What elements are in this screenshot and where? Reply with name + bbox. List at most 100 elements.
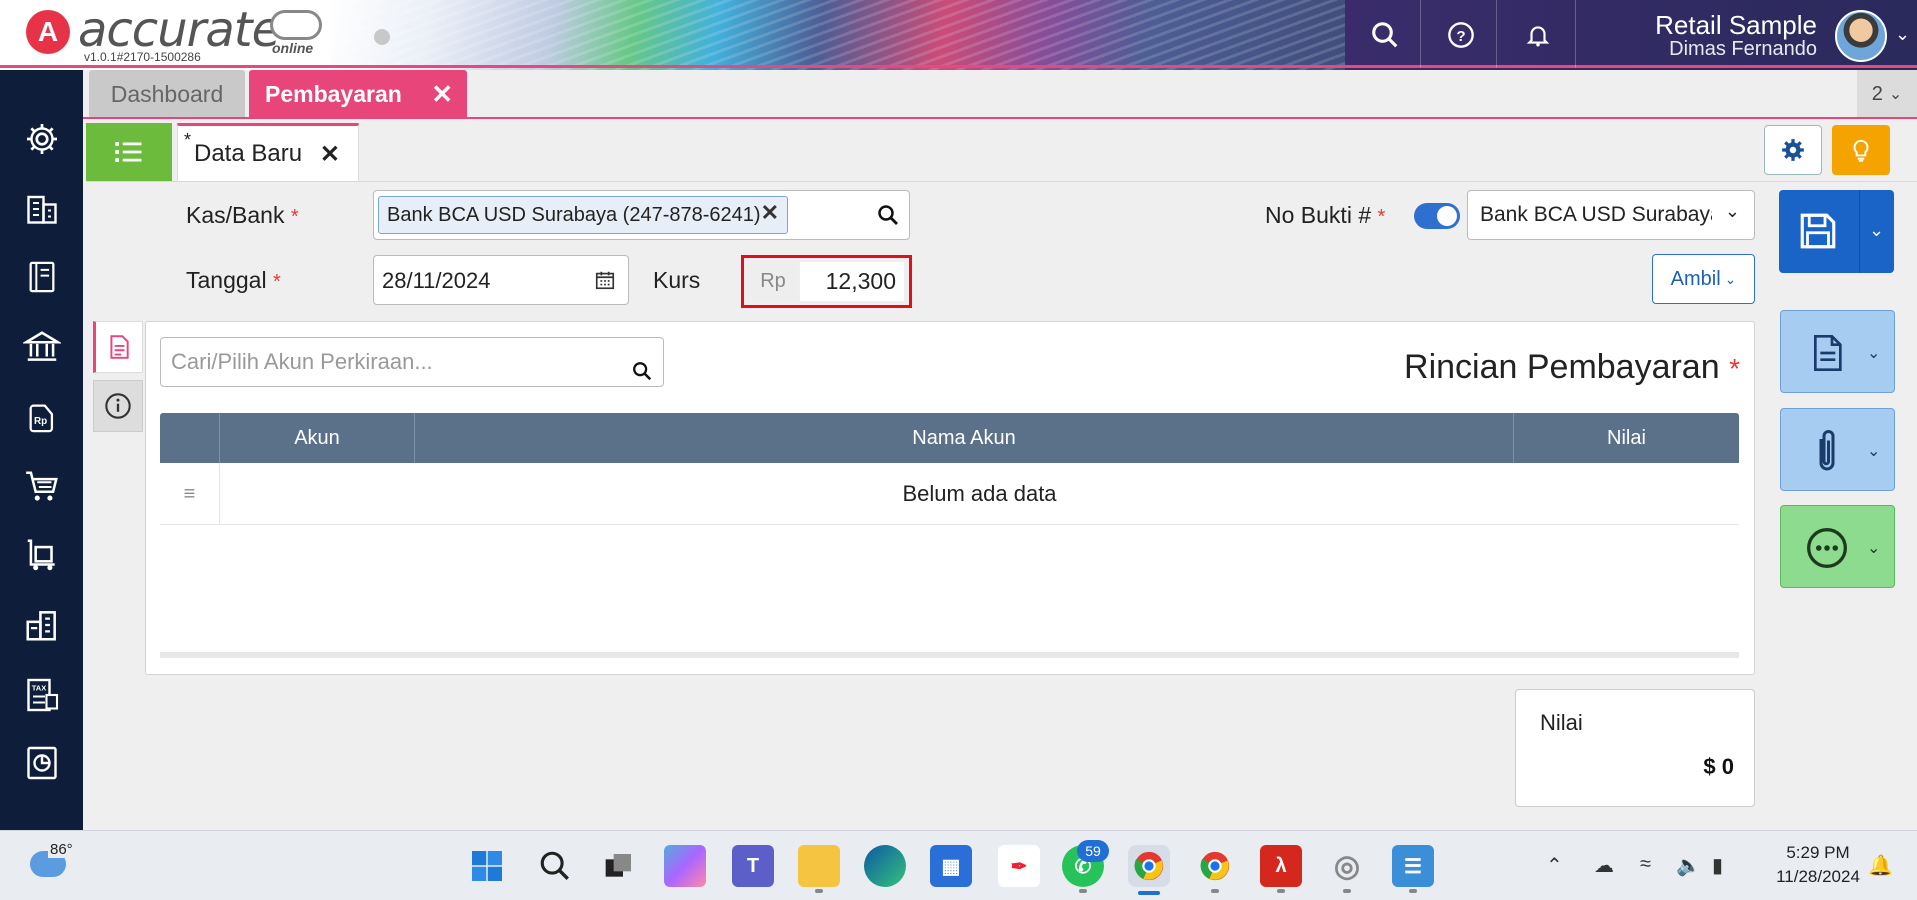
document-actions-button[interactable]: ⌄: [1780, 310, 1895, 393]
save-button[interactable]: ⌄: [1779, 190, 1894, 273]
close-icon[interactable]: ✕: [320, 140, 340, 169]
chrome-active-icon[interactable]: [1128, 845, 1170, 887]
gear-icon[interactable]: [18, 115, 66, 163]
svg-text:TAX: TAX: [32, 684, 46, 693]
chevron-down-icon: ⌄: [1724, 201, 1740, 221]
kurs-input[interactable]: 12,300: [800, 262, 904, 301]
edge-icon[interactable]: [864, 845, 906, 887]
more-actions-button[interactable]: ⌄: [1780, 505, 1895, 588]
total-value: $ 0: [1703, 754, 1734, 779]
no-bukti-select[interactable]: Bank BCA USD Surabaya ( ⌄: [1467, 190, 1755, 240]
tax-icon[interactable]: TAX: [18, 671, 66, 719]
notification-bell-icon[interactable]: 🔔: [1868, 853, 1893, 878]
kurs-label: Kurs: [653, 267, 701, 293]
accurate-logo-icon[interactable]: A: [26, 10, 70, 54]
pen-app-icon[interactable]: ✒: [998, 845, 1040, 887]
tab-info[interactable]: [93, 380, 143, 432]
header-divider: [1420, 0, 1421, 68]
store-icon[interactable]: ▦: [930, 845, 972, 887]
date-value: 28/11/2024: [382, 268, 491, 293]
attachment-button[interactable]: ⌄: [1780, 408, 1895, 491]
list-view-button[interactable]: [86, 123, 172, 181]
cart-icon[interactable]: [18, 463, 66, 511]
calendar-icon[interactable]: [594, 269, 616, 296]
chevron-down-icon[interactable]: ⌄: [1869, 220, 1884, 241]
column-header-nama-akun[interactable]: Nama Akun: [415, 413, 1514, 463]
building-icon[interactable]: [18, 185, 66, 233]
inventory-cart-icon[interactable]: [18, 531, 66, 579]
notepad-icon[interactable]: ☰: [1392, 845, 1434, 887]
user-name[interactable]: Dimas Fernando: [1669, 38, 1817, 61]
label-text: Tanggal: [186, 267, 267, 293]
wireless-app-icon[interactable]: ◎: [1326, 845, 1368, 887]
bank-icon[interactable]: [18, 323, 66, 371]
divider: [86, 181, 1917, 182]
report-icon[interactable]: [18, 739, 66, 787]
onedrive-icon[interactable]: ☁: [1594, 853, 1614, 878]
currency-prefix: Rp: [748, 262, 798, 301]
account-search-input[interactable]: Cari/Pilih Akun Perkiraan...: [160, 337, 664, 387]
clock-time[interactable]: 5:29 PM: [1758, 843, 1878, 863]
label-text: No Bukti #: [1265, 202, 1372, 228]
acrobat-icon[interactable]: λ: [1260, 845, 1302, 887]
drag-handle-icon[interactable]: ≡: [160, 463, 220, 525]
document-icon: [110, 335, 129, 359]
kurs-field-highlighted[interactable]: Rp 12,300: [741, 255, 912, 308]
help-icon[interactable]: ?: [1441, 15, 1481, 55]
horizontal-scrollbar[interactable]: [160, 652, 1739, 658]
column-header-nilai[interactable]: Nilai: [1514, 413, 1739, 463]
task-view-icon[interactable]: [598, 845, 640, 887]
factory-icon[interactable]: [18, 601, 66, 649]
select-value: Bank BCA USD Surabaya (: [1480, 203, 1712, 226]
required-mark: *: [272, 271, 281, 293]
book-icon[interactable]: [18, 253, 66, 301]
section-title-text: Rincian Pembayaran: [1404, 348, 1720, 386]
close-icon[interactable]: ✕: [431, 79, 453, 110]
active-indicator: [1138, 891, 1160, 895]
tips-button[interactable]: [1832, 125, 1890, 175]
chevron-down-icon: ⌄: [1724, 270, 1737, 287]
tab-bar: Dashboard Pembayaran ✕ 2 ⌄: [83, 70, 1917, 118]
windows-start-icon[interactable]: [466, 845, 508, 887]
chrome-profile-icon[interactable]: [1194, 845, 1236, 887]
document-icon: [1799, 325, 1855, 381]
label-text: Kas/Bank: [186, 202, 285, 228]
header-divider: [1575, 0, 1576, 68]
windows-taskbar: 86° T ▦ ✒ ✆ λ ◎ ☰ ⌃ ☁ ≈ 🔈 ▮ 5:29 PM 11/2…: [0, 830, 1917, 900]
file-explorer-icon[interactable]: [798, 845, 840, 887]
tab-dashboard[interactable]: Dashboard: [89, 70, 245, 118]
battery-icon[interactable]: ▮: [1712, 853, 1723, 878]
chevron-down-icon[interactable]: ⌄: [1895, 24, 1910, 45]
total-label: Nilai: [1540, 710, 1583, 735]
search-icon[interactable]: [876, 203, 900, 232]
bell-icon[interactable]: [1518, 15, 1558, 55]
search-icon[interactable]: [1365, 15, 1405, 55]
settings-button[interactable]: [1764, 125, 1822, 175]
button-label: Ambil: [1670, 267, 1721, 290]
clear-icon[interactable]: ✕: [761, 200, 779, 226]
button-divider: [1859, 190, 1860, 273]
copilot-icon[interactable]: [664, 845, 706, 887]
company-name[interactable]: Retail Sample: [1655, 10, 1817, 41]
info-icon: [105, 393, 131, 419]
svg-text:Rp: Rp: [34, 416, 47, 427]
tanggal-field[interactable]: 28/11/2024: [373, 255, 629, 305]
status-dot: [374, 29, 390, 45]
avatar[interactable]: [1835, 10, 1887, 62]
auto-number-toggle[interactable]: [1414, 203, 1460, 229]
search-icon[interactable]: [631, 351, 653, 399]
search-icon[interactable]: [534, 845, 576, 887]
tab-detail[interactable]: [93, 321, 143, 373]
column-header-akun[interactable]: Akun: [220, 413, 415, 463]
price-tag-icon[interactable]: Rp: [18, 393, 66, 441]
chevron-up-icon[interactable]: ⌃: [1546, 853, 1563, 878]
tab-data-baru[interactable]: * Data Baru ✕: [177, 123, 359, 181]
wifi-icon[interactable]: ≈: [1640, 853, 1651, 876]
clock-date[interactable]: 11/28/2024: [1758, 867, 1878, 887]
ambil-dropdown-button[interactable]: Ambil ⌄: [1652, 254, 1755, 304]
tab-overflow-dropdown[interactable]: 2 ⌄: [1857, 70, 1917, 118]
tab-count: 2: [1871, 82, 1883, 105]
teams-icon[interactable]: T: [732, 845, 774, 887]
tab-pembayaran[interactable]: Pembayaran ✕: [249, 70, 467, 118]
volume-icon[interactable]: 🔈: [1676, 853, 1701, 878]
